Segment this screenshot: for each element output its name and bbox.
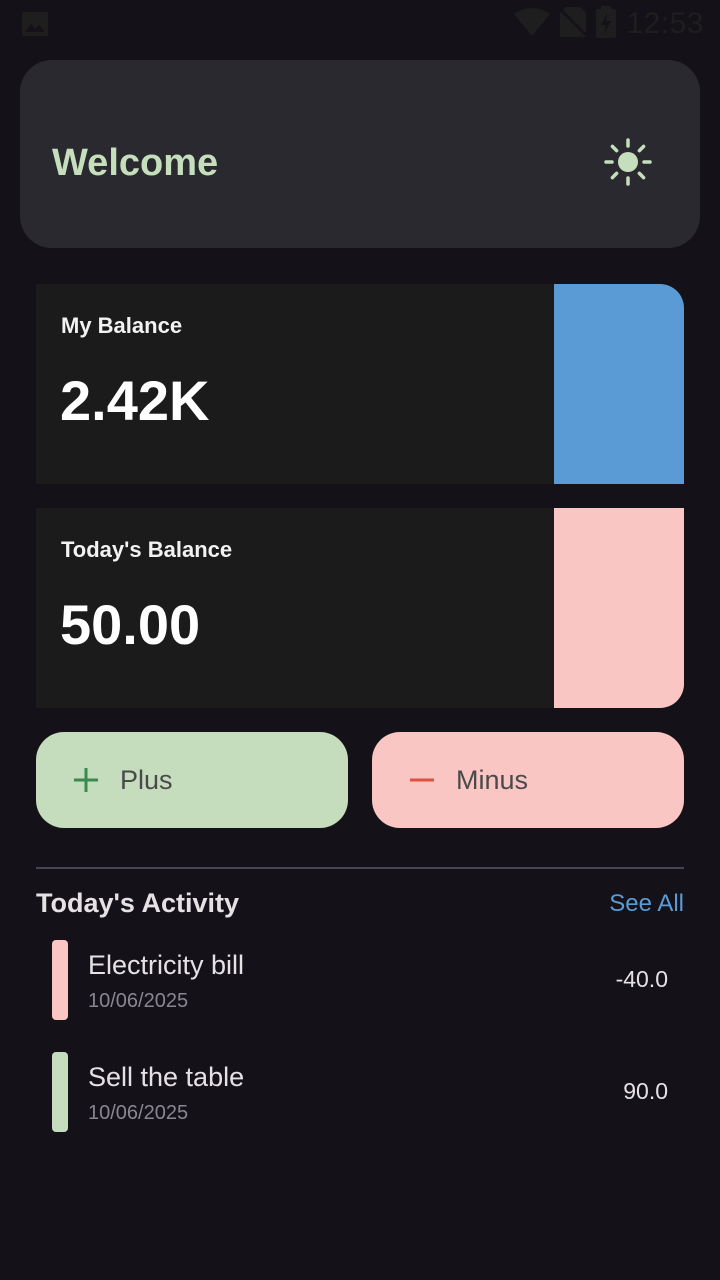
plus-icon [72,766,100,794]
activity-amount: -40.0 [615,966,668,992]
sun-icon [604,137,652,191]
page-title: Welcome [52,142,219,184]
image-icon [22,12,48,36]
activity-name: Sell the table [88,1062,245,1092]
battery-charging-icon [596,5,617,43]
see-all-link[interactable]: See All [609,890,684,918]
activity-date: 10/06/2025 [88,990,189,1012]
balance-label: My Balance [61,313,183,338]
no-sim-icon [559,6,588,42]
todays-balance-card: Today's Balance 50.00 [36,508,684,708]
list-item[interactable]: Electricity bill 10/06/2025 -40.0 [52,940,684,1020]
activity-color-bar [52,940,68,1020]
balance-accent [554,284,684,484]
balance-value: 50.00 [60,593,201,656]
balance-label: Today's Balance [61,537,233,562]
minus-button[interactable]: Minus [372,732,684,828]
my-balance-card: My Balance 2.42K [36,284,684,484]
header-card: Welcome [20,60,700,248]
balance-accent [554,508,684,708]
list-item[interactable]: Sell the table 10/06/2025 90.0 [52,1052,684,1132]
wifi-icon [514,7,551,41]
activity-section-title: Today's Activity [36,888,239,918]
status-time: 12:53 [626,7,704,40]
plus-label: Plus [120,764,173,795]
theme-toggle-button[interactable] [600,136,656,192]
minus-icon [408,766,436,794]
activity-date: 10/06/2025 [88,1102,189,1124]
activity-amount: 90.0 [623,1078,668,1104]
status-bar: 12:53 [0,0,720,48]
balance-value: 2.42K [60,369,210,432]
minus-label: Minus [456,764,529,795]
divider [36,867,684,869]
activity-color-bar [52,1052,68,1132]
plus-button[interactable]: Plus [36,732,348,828]
activity-name: Electricity bill [88,950,245,980]
